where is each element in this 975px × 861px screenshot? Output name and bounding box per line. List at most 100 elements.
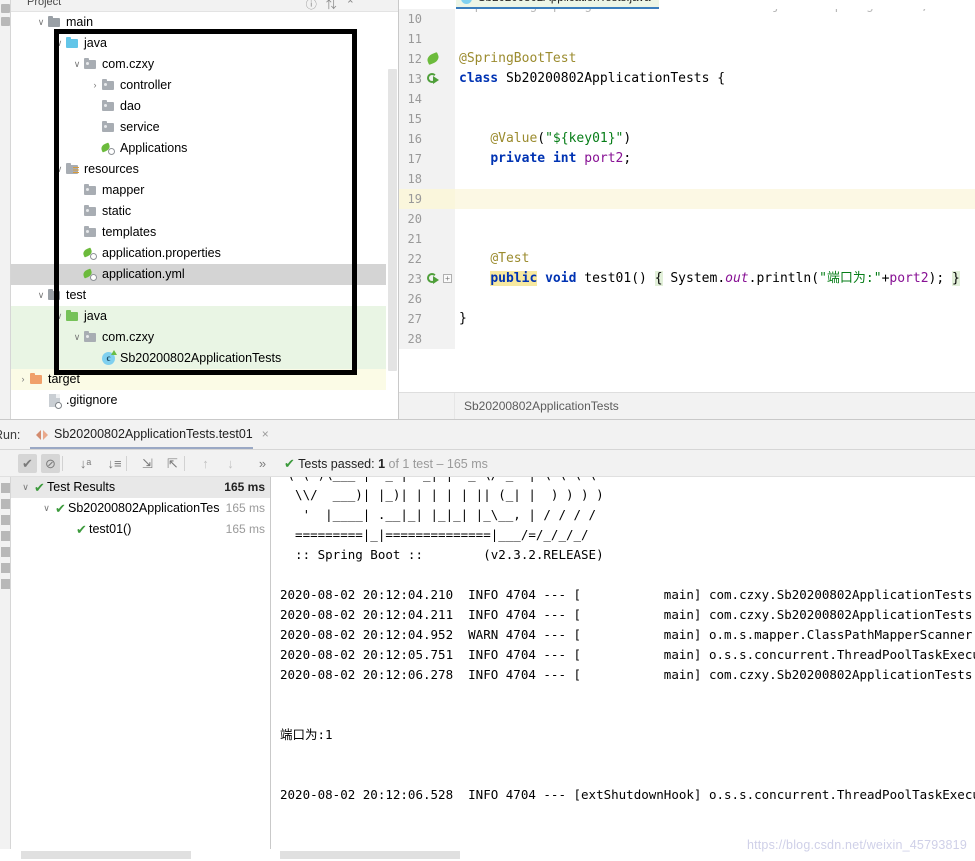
code-line[interactable]: 15 [399, 109, 975, 129]
tree-item-static[interactable]: static [11, 201, 386, 222]
tree-item-resources[interactable]: ∨ resources [11, 159, 386, 180]
chevron-down-icon[interactable]: ∨ [35, 285, 47, 306]
line-gutter[interactable]: 23 + [399, 269, 455, 289]
breadcrumb[interactable]: Sb20200802ApplicationTests [464, 399, 619, 413]
run-test-gutter-icon[interactable] [427, 72, 441, 86]
line-gutter[interactable]: 10 [399, 9, 455, 29]
run-test-gutter-icon[interactable] [427, 272, 441, 286]
tree-item-sb20200802applicationtests[interactable]: c Sb20200802ApplicationTests [11, 348, 386, 369]
code-line[interactable]: 20 [399, 209, 975, 229]
chevron-right-icon[interactable]: › [89, 75, 101, 96]
fold-toggle-icon[interactable]: + [443, 274, 452, 283]
test-results-tree[interactable]: ∨ ✔ Test Results 165 ms ∨ ✔ Sb20200802Applicat… [11, 477, 271, 849]
code-lines[interactable]: 10 11 12 @SpringBootTest 13 class Sb20200802A… [399, 9, 975, 349]
editor-tab-bar[interactable]: Sb20200802ApplicationTests.java [399, 0, 975, 9]
tree-item-test[interactable]: ∨ test [11, 285, 386, 306]
test-row-test-results[interactable]: ∨ ✔ Test Results 165 ms [11, 477, 270, 498]
code-line[interactable]: 14 [399, 89, 975, 109]
test-row-sb20200802applicationtes[interactable]: ∨ ✔ Sb20200802ApplicationTes 165 ms [11, 498, 270, 519]
rerun-rail-icon[interactable] [1, 483, 10, 493]
line-gutter[interactable]: 17 [399, 149, 455, 169]
export-rail-icon[interactable] [1, 531, 10, 541]
tree-item-java[interactable]: ∨ java [11, 33, 386, 54]
chevron-down-icon[interactable]: ∨ [53, 33, 65, 54]
line-gutter[interactable]: 21 [399, 229, 455, 249]
structure-rail-icon[interactable] [1, 17, 10, 26]
line-gutter[interactable]: 12 [399, 49, 455, 69]
settings-rail-icon[interactable] [1, 547, 10, 557]
code-line[interactable]: 16 @Value("${key01}") [399, 129, 975, 149]
show-ignored-button[interactable]: ⊘ [41, 454, 60, 473]
line-gutter[interactable]: 28 [399, 329, 455, 349]
line-gutter[interactable]: 20 [399, 209, 455, 229]
tree-item-com-czxy[interactable]: ∨ com.czxy [11, 327, 386, 348]
editor-tab-active[interactable]: Sb20200802ApplicationTests.java [456, 0, 659, 9]
code-line[interactable]: 13 class Sb20200802ApplicationTests { [399, 69, 975, 89]
tree-item-main[interactable]: ∨ main [11, 12, 386, 33]
code-line[interactable]: 26 [399, 289, 975, 309]
previous-failed-button[interactable]: ↑ [196, 454, 215, 473]
line-gutter[interactable]: 16 [399, 129, 455, 149]
line-gutter[interactable]: 15 [399, 109, 455, 129]
code-line[interactable]: 23 + public void test01() { System.out.pr… [399, 269, 975, 289]
tree-item-service[interactable]: service [11, 117, 386, 138]
tree-item-templates[interactable]: templates [11, 222, 386, 243]
line-gutter[interactable]: 14 [399, 89, 455, 109]
test-row-test01-[interactable]: ✔ test01() 165 ms [11, 519, 270, 540]
chevron-down-icon[interactable]: ∨ [53, 306, 65, 327]
left-tool-rail[interactable] [0, 0, 11, 420]
test-runner-toolbar[interactable]: ✔ ⊘ ↓ᵃ ↓≡ ⇲ ⇱ ↑ ↓» ✔ Tests passed: 1 of 1 test … [0, 450, 975, 477]
tree-item-java[interactable]: ∨ java [11, 306, 386, 327]
sort-alphabetically-button[interactable]: ↓ᵃ [76, 454, 95, 473]
chevron-down-icon[interactable]: ∨ [40, 498, 53, 519]
code-line[interactable]: 12 @SpringBootTest [399, 49, 975, 69]
chevron-down-icon[interactable]: ∨ [35, 12, 47, 33]
tree-item-application-properties[interactable]: application.properties [11, 243, 386, 264]
next-failed-button[interactable]: ↓ [221, 454, 240, 473]
code-line[interactable]: 17 private int port2; [399, 149, 975, 169]
line-gutter[interactable]: 27 [399, 309, 455, 329]
more-actions-button[interactable]: » [253, 454, 272, 473]
code-line[interactable]: 18 [399, 169, 975, 189]
close-rail-icon[interactable] [1, 579, 10, 589]
code-line[interactable]: 28 [399, 329, 975, 349]
chevron-down-icon[interactable]: ∨ [19, 477, 32, 498]
line-gutter[interactable]: 13 [399, 69, 455, 89]
tree-item-mapper[interactable]: mapper [11, 180, 386, 201]
stop-rail-icon[interactable] [1, 499, 10, 509]
tree-item-target[interactable]: › target [11, 369, 386, 390]
print-rail-icon[interactable] [1, 515, 10, 525]
code-line[interactable]: 10 [399, 9, 975, 29]
expand-all-button[interactable]: ⇲ [138, 454, 157, 473]
pin-rail-icon[interactable] [1, 563, 10, 573]
show-passed-button[interactable]: ✔ [18, 454, 37, 473]
run-configuration-tab[interactable]: Sb20200802ApplicationTests.test01 × [30, 420, 269, 449]
code-line[interactable]: 11 [399, 29, 975, 49]
scrollbar-thumb[interactable] [21, 851, 191, 859]
console-output[interactable]: /\\ / ___'_ __ _ _(_)_ __ __ _ \ \ \ \ (… [272, 477, 975, 849]
tree-item--gitignore[interactable]: .gitignore [11, 390, 386, 411]
sort-by-duration-button[interactable]: ↓≡ [105, 454, 124, 473]
line-gutter[interactable]: 26 [399, 289, 455, 309]
code-line[interactable]: 19 [399, 189, 975, 209]
run-window-rail[interactable] [0, 477, 11, 849]
line-gutter[interactable]: 22 [399, 249, 455, 269]
project-rail-icon[interactable] [1, 4, 10, 13]
chevron-down-icon[interactable]: ∨ [71, 327, 83, 348]
tree-item-controller[interactable]: › controller [11, 75, 386, 96]
code-line[interactable]: 21 [399, 229, 975, 249]
project-panel-action-icons[interactable]: ⓘ⇅⌃ [306, 0, 364, 11]
code-line[interactable]: 27} [399, 309, 975, 329]
test-tree-hscrollbar[interactable] [11, 849, 271, 861]
spring-bean-gutter-icon[interactable] [425, 52, 441, 65]
close-icon[interactable]: × [262, 420, 269, 449]
line-gutter[interactable]: 18 [399, 169, 455, 189]
code-area[interactable]: import org.springframework.test.context.… [399, 9, 975, 392]
chevron-down-icon[interactable]: ∨ [53, 159, 65, 180]
tree-item-dao[interactable]: dao [11, 96, 386, 117]
tree-item-applications[interactable]: Applications [11, 138, 386, 159]
scrollbar-thumb[interactable] [388, 69, 397, 371]
scrollbar-thumb[interactable] [280, 851, 460, 859]
project-tree-scrollbar[interactable] [387, 12, 398, 420]
code-line[interactable]: 22 @Test [399, 249, 975, 269]
